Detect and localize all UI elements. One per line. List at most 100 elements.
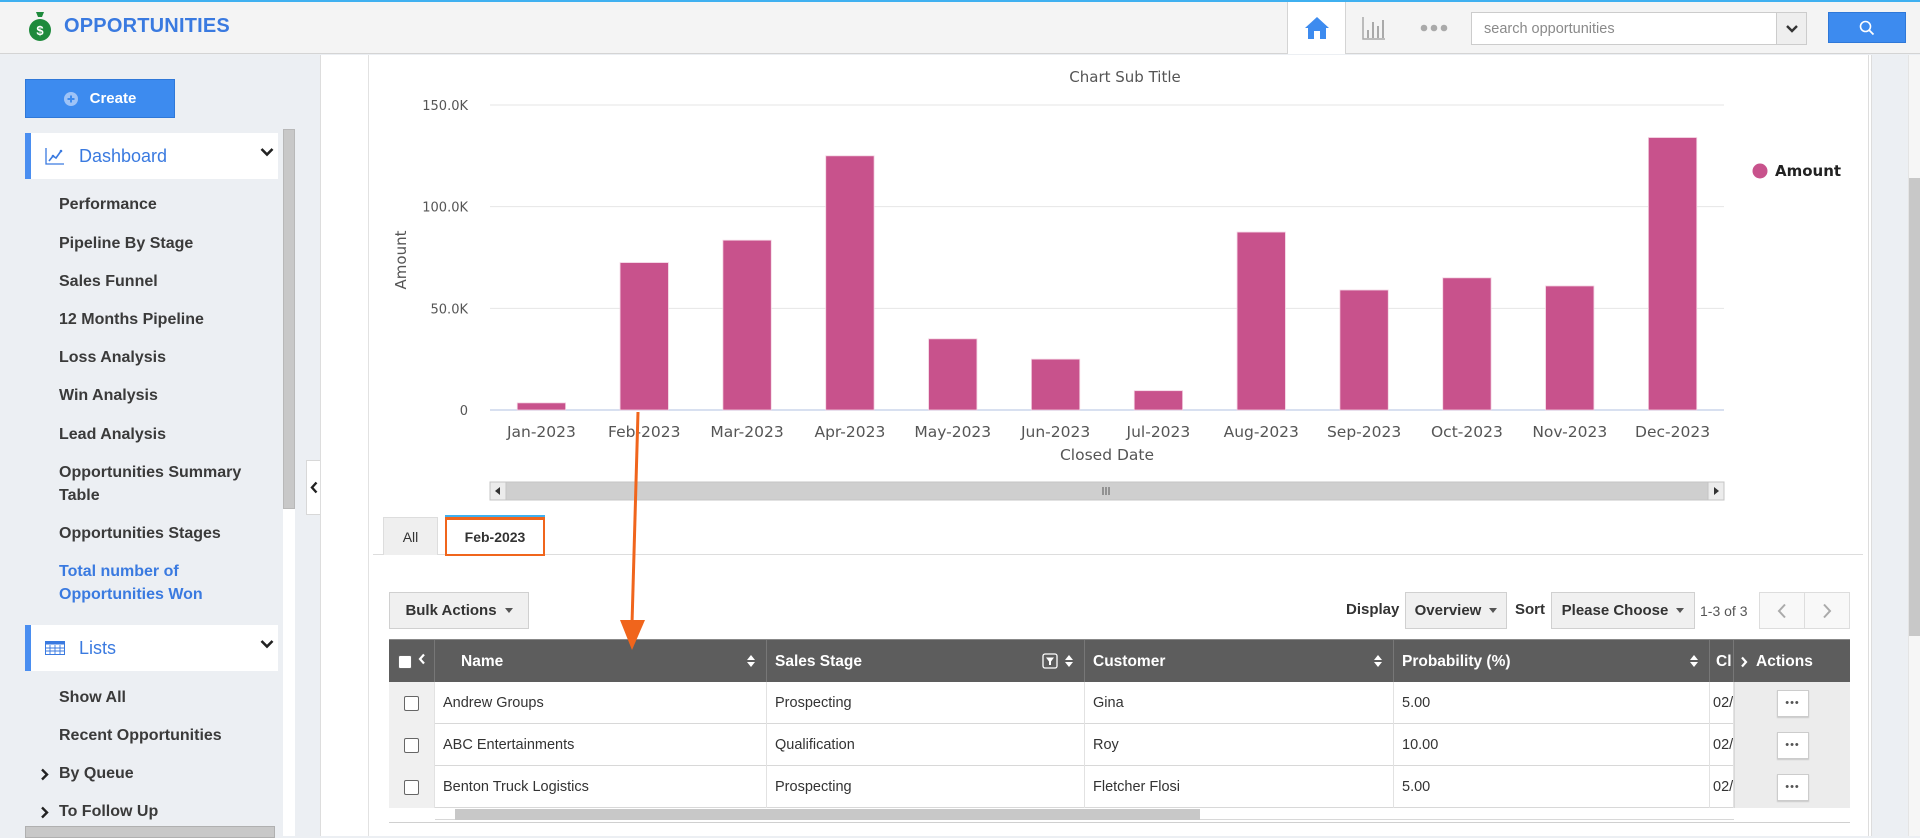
chevron-right-icon[interactable] [40, 806, 49, 819]
sort-icon[interactable] [746, 654, 756, 668]
bar-apr-2023[interactable] [825, 155, 875, 411]
chevron-right-icon[interactable] [1740, 656, 1748, 668]
search-input[interactable] [1472, 13, 1774, 44]
sort-icon[interactable] [1373, 654, 1383, 668]
column-header-name[interactable]: Name [435, 640, 767, 683]
bar-jun-2023[interactable] [1031, 358, 1081, 411]
nav-more-button[interactable] [1414, 10, 1454, 46]
sort-icon[interactable] [1064, 654, 1074, 668]
column-header-probability[interactable]: Probability (%) [1394, 640, 1710, 683]
caret-down-icon [504, 608, 513, 613]
bar-jul-2023[interactable] [1133, 390, 1183, 411]
cell-closed-date: 02/ [1710, 724, 1734, 766]
display-select[interactable]: Overview [1405, 592, 1507, 629]
bar-may-2023[interactable] [928, 338, 978, 411]
column-header-customer[interactable]: Customer [1085, 640, 1394, 683]
sidebar-item-total-opportunities-won[interactable]: Total number of Opportunities Won [59, 560, 203, 606]
chevron-left-icon[interactable] [418, 653, 426, 665]
chevron-right-icon[interactable] [40, 768, 49, 781]
sidebar-item-opportunities-summary-table[interactable]: Opportunities Summary Table [59, 461, 241, 507]
sidebar-item-loss-analysis[interactable]: Loss Analysis [59, 346, 166, 369]
cell-sales-stage: Qualification [767, 724, 1085, 766]
bar-oct-2023[interactable] [1442, 277, 1492, 411]
tab-feb-2023[interactable]: Feb-2023 [445, 517, 545, 556]
cell-probability: 10.00 [1394, 724, 1710, 766]
bar-jan-2023[interactable] [516, 402, 566, 411]
bar-dec-2023[interactable] [1648, 137, 1698, 411]
bar-aug-2023[interactable] [1236, 231, 1286, 411]
sidebar-item-sales-funnel[interactable]: Sales Funnel [59, 270, 158, 293]
create-button[interactable]: Create [25, 79, 175, 118]
row-checkbox[interactable] [404, 737, 419, 753]
y-tick-label: 50.0K [431, 302, 469, 317]
bar-nov-2023[interactable] [1545, 285, 1595, 411]
sort-select[interactable]: Please Choose [1551, 592, 1695, 629]
cell-name[interactable]: Andrew Groups [435, 682, 767, 724]
previous-page-button[interactable] [1760, 593, 1805, 628]
filter-icon[interactable] [1042, 653, 1058, 669]
x-tick-label: Jul-2023 [1126, 423, 1191, 441]
bar-mar-2023[interactable] [722, 239, 772, 411]
column-header-sales-stage[interactable]: Sales Stage [767, 640, 1085, 683]
sidebar-item-performance[interactable]: Performance [59, 193, 157, 216]
table-row[interactable]: Benton Truck Logistics Prospecting Fletc… [389, 766, 1850, 808]
row-checkbox[interactable] [404, 695, 419, 711]
table-row[interactable]: Andrew Groups Prospecting Gina 5.00 02/ … [389, 682, 1850, 724]
sidebar-scrollbar-thumb[interactable] [283, 129, 295, 509]
display-select-value: Overview [1414, 602, 1482, 619]
row-actions-button[interactable]: ••• [1776, 773, 1809, 801]
page-scrollbar-thumb[interactable] [1909, 178, 1920, 636]
sidebar-item-show-all[interactable]: Show All [59, 686, 126, 709]
sidebar-item-label-line1: Total number of [59, 563, 179, 580]
cell-name[interactable]: ABC Entertainments [435, 724, 767, 766]
sidebar-horizontal-scrollbar[interactable] [25, 826, 275, 838]
pagination [1759, 592, 1850, 629]
sort-label: Sort [1515, 601, 1545, 618]
cell-name[interactable]: Benton Truck Logistics [435, 766, 767, 808]
select-all-cell [389, 640, 435, 683]
search-button[interactable] [1828, 12, 1906, 43]
sidebar-item-12-months-pipeline[interactable]: 12 Months Pipeline [59, 308, 204, 331]
column-header-label: Probability (%) [1402, 652, 1511, 670]
sidebar-item-recent-opportunities[interactable]: Recent Opportunities [59, 724, 222, 747]
x-tick-label: Aug-2023 [1224, 423, 1299, 441]
legend[interactable]: Amount [1752, 162, 1842, 180]
x-tick-label: Jun-2023 [1020, 423, 1090, 441]
sidebar-item-pipeline-by-stage[interactable]: Pipeline By Stage [59, 232, 193, 255]
cell-probability: 5.00 [1394, 682, 1710, 724]
sidebar-item-opportunities-stages[interactable]: Opportunities Stages [59, 522, 221, 545]
table-row[interactable]: ABC Entertainments Qualification Roy 10.… [389, 724, 1850, 766]
table-scrollbar-thumb[interactable] [455, 809, 1200, 820]
sidebar-item-by-queue[interactable]: By Queue [59, 762, 134, 785]
row-checkbox[interactable] [404, 779, 419, 795]
column-header-closed-date[interactable]: Cl [1710, 640, 1734, 683]
sidebar-item-lead-analysis[interactable]: Lead Analysis [59, 423, 166, 446]
chevron-down-icon [1785, 24, 1798, 33]
next-page-button[interactable] [1805, 593, 1849, 628]
search-filter-dropdown[interactable] [1776, 13, 1806, 44]
bar-sep-2023[interactable] [1339, 289, 1389, 411]
row-actions-button[interactable]: ••• [1776, 731, 1809, 759]
sidebar-item-to-follow-up[interactable]: To Follow Up [59, 800, 158, 823]
collapse-sidebar-button[interactable] [306, 460, 320, 515]
bar-chart-icon [1362, 17, 1385, 40]
cell-closed-date: 02/ [1710, 766, 1734, 808]
column-header-label: Cl [1716, 652, 1732, 670]
x-tick-label: Mar-2023 [710, 423, 783, 441]
select-all-checkbox[interactable] [397, 654, 412, 669]
nav-home-button[interactable] [1287, 2, 1346, 54]
bulk-actions-button[interactable]: Bulk Actions [389, 592, 529, 629]
tab-all[interactable]: All [383, 517, 438, 555]
sidebar-item-win-analysis[interactable]: Win Analysis [59, 384, 158, 407]
divider [1868, 55, 1869, 836]
chart-scrollbar[interactable] [489, 481, 1725, 501]
bar-feb-2023[interactable] [619, 262, 669, 411]
sort-icon[interactable] [1689, 654, 1699, 668]
chevron-right-icon [1823, 603, 1832, 618]
cell-sales-stage: Prospecting [767, 682, 1085, 724]
sidebar-section-lists[interactable]: Lists [25, 625, 278, 671]
divider [389, 822, 1850, 823]
nav-reports-button[interactable] [1356, 10, 1392, 46]
sidebar-section-dashboard[interactable]: Dashboard [25, 133, 278, 179]
row-actions-button[interactable]: ••• [1776, 689, 1809, 717]
